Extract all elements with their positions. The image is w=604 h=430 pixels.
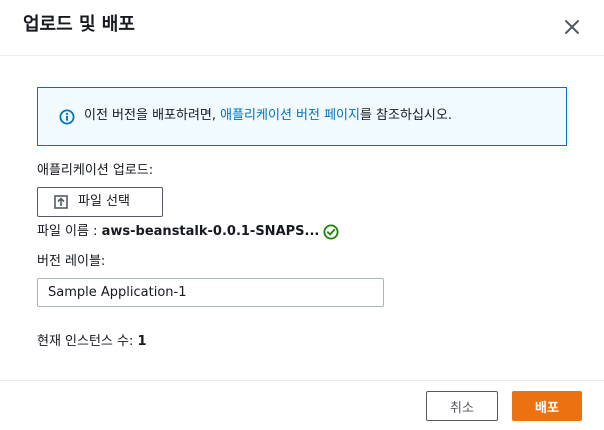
close-button[interactable]: [560, 15, 584, 39]
check-circle-icon: [323, 224, 339, 240]
info-text-after: 를 참조하십시오.: [359, 108, 452, 123]
upload-label: 애플리케이션 업로드:: [37, 163, 154, 178]
instance-count-label: 현재 인스턴스 수:: [37, 334, 138, 349]
version-label: 버전 레이블:: [37, 254, 106, 269]
info-icon: [59, 109, 75, 125]
filename-value: aws-beanstalk-0.0.1-SNAPS...: [101, 224, 320, 239]
version-label-input[interactable]: [37, 278, 384, 307]
info-message: 이전 버전을 배포하려면, 애플리케이션 버전 페이지를 참조하십시오.: [84, 106, 452, 126]
instance-count-value: 1: [137, 334, 147, 349]
close-icon: [565, 20, 579, 34]
choose-file-label: 파일 선택: [78, 194, 130, 209]
application-versions-link[interactable]: 애플리케이션 버전 페이지: [220, 108, 360, 123]
info-text-before: 이전 버전을 배포하려면,: [84, 108, 221, 123]
upload-deploy-dialog: 업로드 및 배포 이전 버전을 배포하려면, 애플리케이션 버전 페이지를 참조…: [0, 0, 604, 430]
deploy-button[interactable]: 배포: [512, 391, 582, 421]
upload-icon: [54, 195, 68, 209]
filename-label: 파일 이름 :: [37, 224, 102, 239]
dialog-title: 업로드 및 배포: [23, 14, 135, 35]
choose-file-button[interactable]: 파일 선택: [37, 187, 163, 217]
filename-row: 파일 이름 : aws-beanstalk-0.0.1-SNAPS...: [37, 223, 319, 241]
instance-count-row: 현재 인스턴스 수: 1: [37, 333, 147, 351]
info-alert: 이전 버전을 배포하려면, 애플리케이션 버전 페이지를 참조하십시오.: [37, 87, 567, 146]
dialog-header: 업로드 및 배포: [0, 0, 604, 56]
cancel-button[interactable]: 취소: [426, 391, 498, 421]
